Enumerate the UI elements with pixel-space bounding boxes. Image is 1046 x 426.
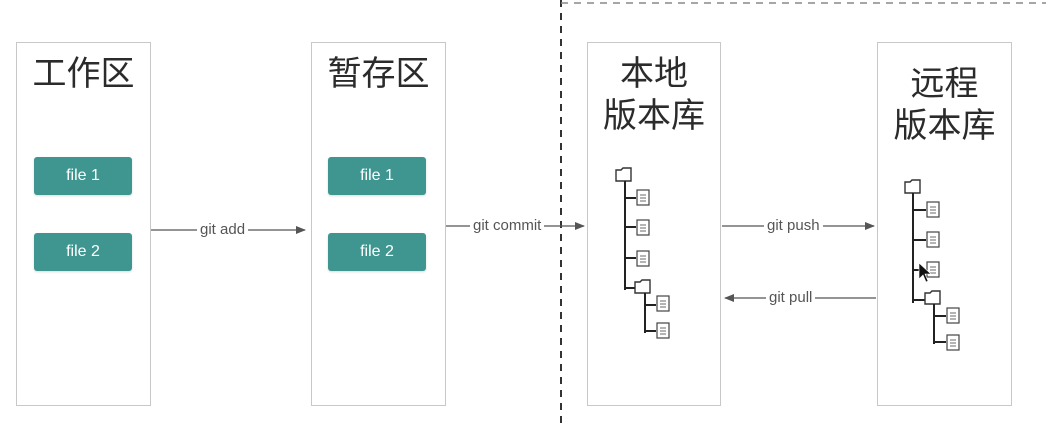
git-push-label: git push — [764, 217, 823, 235]
document-icon — [636, 250, 650, 267]
document-icon — [636, 189, 650, 206]
document-icon — [926, 201, 940, 218]
document-icon — [656, 322, 670, 339]
remote-repo-file-tree — [904, 179, 960, 351]
folder-icon — [615, 167, 632, 182]
folder-icon — [904, 179, 921, 194]
git-workflow-diagram: 工作区 file 1 file 2 暂存区 file 1 file 2 本地 版… — [0, 0, 1046, 426]
git-commit-label: git commit — [470, 217, 545, 235]
git-pull-label: git pull — [766, 289, 816, 307]
dashed-separator — [560, 0, 1046, 426]
git-add-label: git add — [197, 221, 249, 239]
document-icon — [946, 307, 960, 324]
diagram-overlay — [151, 0, 1046, 426]
document-icon — [946, 334, 960, 351]
folder-icon — [634, 279, 651, 294]
local-repo-file-tree — [615, 167, 670, 339]
document-icon — [926, 261, 940, 278]
document-icon — [656, 295, 670, 312]
document-icon — [926, 231, 940, 248]
document-icon — [636, 219, 650, 236]
folder-icon — [924, 290, 941, 305]
